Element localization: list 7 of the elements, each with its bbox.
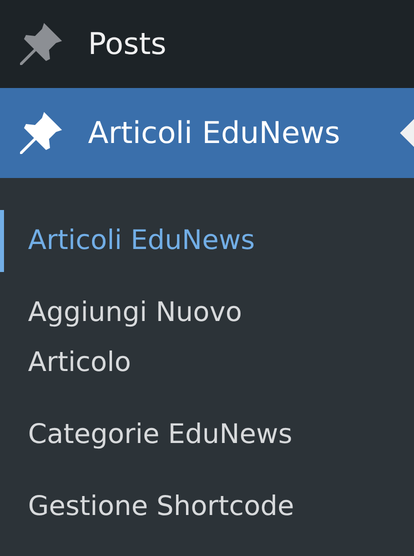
- menu-item[interactable]: Posts: [0, 0, 414, 88]
- submenu-item[interactable]: Articoli EduNews: [0, 210, 330, 272]
- submenu-item[interactable]: Aggiungi Nuovo Articolo: [0, 282, 330, 394]
- current-arrow-icon: [400, 119, 414, 147]
- submenu-item[interactable]: Categorie EduNews: [0, 404, 330, 466]
- submenu-item[interactable]: Gestione Shortcode: [0, 476, 330, 538]
- menu-item[interactable]: Articoli EduNews: [0, 88, 414, 178]
